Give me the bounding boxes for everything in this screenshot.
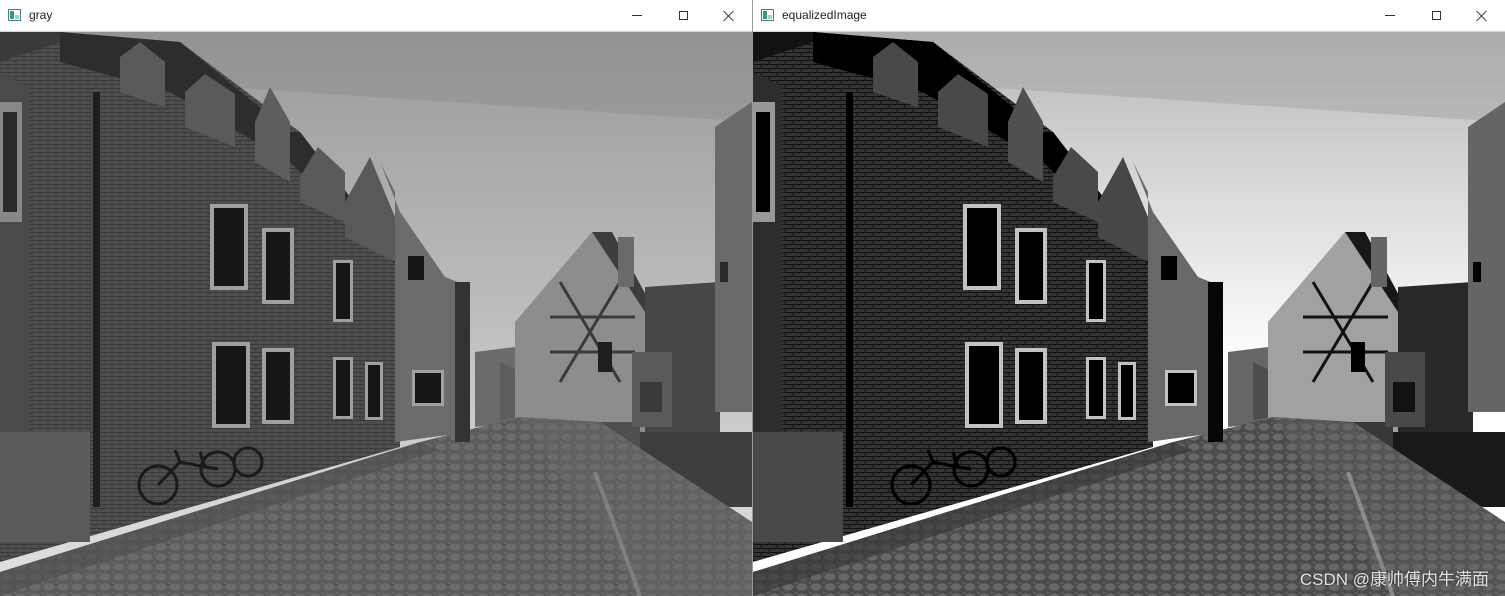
app-icon: [8, 9, 21, 21]
maximize-icon: [1431, 11, 1441, 20]
title-bar[interactable]: equalizedImage: [753, 0, 1505, 32]
close-button[interactable]: [1459, 0, 1505, 31]
close-button[interactable]: [706, 0, 752, 31]
maximize-button[interactable]: [660, 0, 706, 31]
maximize-button[interactable]: [1413, 0, 1459, 31]
window-gray: gray: [0, 0, 753, 596]
close-icon: [1476, 10, 1488, 22]
equalized-photo: [753, 32, 1505, 596]
minimize-icon: [1385, 15, 1395, 16]
window-title: gray: [29, 8, 53, 22]
image-canvas[interactable]: CSDN @康帅傅内牛满面: [753, 32, 1505, 596]
close-icon: [723, 10, 735, 22]
grayscale-photo: [0, 32, 752, 596]
window-equalized: equalizedImage CSDN @康帅傅内牛满面: [753, 0, 1505, 596]
minimize-button[interactable]: [1367, 0, 1413, 31]
minimize-icon: [632, 15, 642, 16]
window-title: equalizedImage: [782, 8, 867, 22]
minimize-button[interactable]: [614, 0, 660, 31]
image-canvas[interactable]: [0, 32, 752, 596]
maximize-icon: [678, 11, 688, 20]
app-icon: [761, 9, 774, 21]
title-bar[interactable]: gray: [0, 0, 752, 32]
watermark-text: CSDN @康帅傅内牛满面: [1299, 570, 1489, 589]
